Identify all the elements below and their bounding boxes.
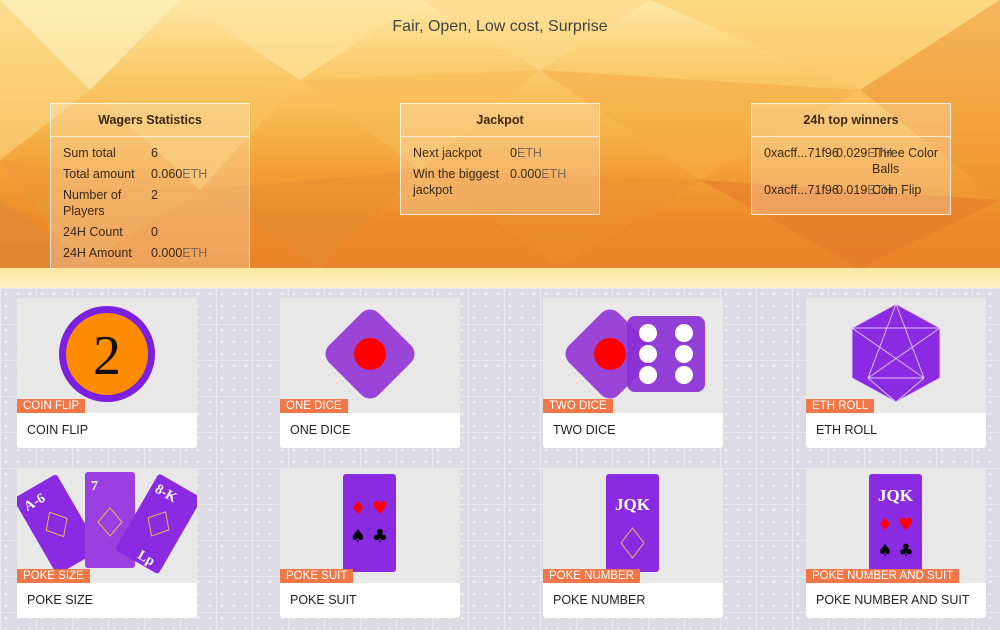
stat-label: Total amount xyxy=(63,167,135,181)
svg-text:♣: ♣ xyxy=(898,541,913,561)
game-title: COIN FLIP xyxy=(27,423,89,437)
stat-row: Total amount 0.060 ETH xyxy=(63,166,237,182)
game-title: POKE SIZE xyxy=(27,593,93,607)
panel-title: Jackpot xyxy=(401,104,599,137)
game-title: POKE SUIT xyxy=(290,593,357,607)
stat-label: 24H Amount xyxy=(63,246,132,260)
winner-address[interactable]: 0xacff...71f96 xyxy=(764,145,839,177)
game-title: POKE NUMBER AND SUIT xyxy=(816,593,970,607)
game-card-poke-suit[interactable]: ♦ ♥ ♠ ♣ POKE SUIT POKE SUIT xyxy=(280,468,460,618)
one-dice-icon xyxy=(325,309,415,399)
coin-number: 2 xyxy=(93,325,121,387)
winner-amount: 0.019 xyxy=(836,183,868,197)
game-tag: ETH ROLL xyxy=(806,399,875,413)
winner-game: Coin Flip xyxy=(872,183,922,197)
panel-title: Wagers Statistics xyxy=(51,104,249,137)
card-art: ♦ ♥ ♠ ♣ xyxy=(280,468,460,583)
card-art: A-6 7 8-K Lp xyxy=(17,468,197,583)
stat-row: Win the biggest jackpot 0.000 ETH xyxy=(413,166,587,198)
stat-label: Next jackpot xyxy=(413,146,482,160)
stat-unit: ETH xyxy=(516,146,542,160)
stat-unit: ETH xyxy=(182,167,208,181)
game-tag: ONE DICE xyxy=(280,399,348,413)
stat-unit: ETH xyxy=(182,246,208,260)
card-art: JQK ♦ ♥ ♠ ♣ xyxy=(806,468,986,583)
hero-bottom-strip xyxy=(0,268,1000,288)
hero-tagline: Fair, Open, Low cost, Surprise xyxy=(392,18,608,35)
winner-game: Three Color Balls xyxy=(872,146,938,176)
game-title: ETH ROLL xyxy=(816,423,878,437)
hero-banner: Fair, Open, Low cost, Surprise Wagers St… xyxy=(0,0,1000,288)
svg-text:♠: ♠ xyxy=(350,526,366,547)
stat-unit: ETH xyxy=(541,167,567,181)
svg-text:♥: ♥ xyxy=(898,515,913,535)
game-card-two-dice[interactable]: TWO DICE TWO DICE xyxy=(543,298,723,448)
wagers-statistics-panel: Wagers Statistics Sum total 6 Total amou… xyxy=(50,103,250,278)
stat-row: 24H Count 0 xyxy=(63,224,237,240)
game-tag: POKE NUMBER xyxy=(543,569,640,583)
card-art xyxy=(806,298,986,413)
game-card-poke-size[interactable]: A-6 7 8-K Lp POKE SIZE POKE SIZE xyxy=(17,468,197,618)
game-tag: COIN FLIP xyxy=(17,399,86,413)
stat-value: 6 xyxy=(151,146,158,160)
card-label: JQK xyxy=(615,495,651,514)
stat-row: Next jackpot 0 ETH xyxy=(413,145,587,161)
game-card-coin-flip[interactable]: 2 COIN FLIP COIN FLIP xyxy=(17,298,197,448)
stat-value: 0.000 xyxy=(510,167,542,181)
card-art xyxy=(280,298,460,413)
card-art xyxy=(543,298,723,413)
game-card-one-dice[interactable]: ONE DICE ONE DICE xyxy=(280,298,460,448)
stat-value: 0.060 xyxy=(151,167,183,181)
stat-value: 0.000 xyxy=(151,246,183,260)
game-card-poke-number[interactable]: JQK POKE NUMBER POKE NUMBER xyxy=(543,468,723,618)
game-tag: POKE NUMBER AND SUIT xyxy=(806,569,960,583)
winner-amount: 0.029 xyxy=(836,146,868,160)
stat-row: 24H Amount 0.000 ETH xyxy=(63,245,237,261)
stat-row: Sum total 6 xyxy=(63,145,237,161)
poke-size-icon: A-6 7 8-K Lp xyxy=(17,472,197,574)
stat-value: 0 xyxy=(151,225,158,239)
svg-text:♦: ♦ xyxy=(350,498,366,519)
jackpot-panel: Jackpot Next jackpot 0 ETH Win the bigge… xyxy=(400,103,600,215)
game-title: TWO DICE xyxy=(553,423,616,437)
stat-value: 2 xyxy=(151,188,158,202)
game-card-poke-number-and-suit[interactable]: JQK ♦ ♥ ♠ ♣ POKE NUMBER AND SUIT POKE NU… xyxy=(806,468,986,618)
stat-label: Number of Players xyxy=(63,188,122,218)
stat-value: 0 xyxy=(510,146,517,160)
top-winners-panel: 24h top winners 0xacff...71f96 0.029ETH … xyxy=(751,103,951,215)
poke-number-suit-icon: JQK ♦ ♥ ♠ ♣ xyxy=(869,474,922,572)
card-art: JQK xyxy=(543,468,723,583)
stat-row: Number of Players 2 xyxy=(63,187,237,219)
game-grid: 2 COIN FLIP COIN FLIP ONE DICE ONE DICE xyxy=(0,288,1000,630)
winner-row: 0xacff...71f96 0.019ETH Coin Flip xyxy=(764,182,938,198)
game-tag: POKE SUIT xyxy=(280,569,354,583)
coin-icon: 2 xyxy=(59,306,155,402)
game-card-eth-roll[interactable]: ETH ROLL ETH ROLL xyxy=(806,298,986,448)
stat-label: Sum total xyxy=(63,146,116,160)
svg-text:♠: ♠ xyxy=(877,541,892,561)
card-label: JQK xyxy=(878,486,914,505)
panel-title: 24h top winners xyxy=(752,104,950,137)
svg-text:♣: ♣ xyxy=(372,526,388,547)
two-dice-icon xyxy=(565,309,705,399)
card-art: 2 xyxy=(17,298,197,413)
eth-roll-icon xyxy=(851,303,941,403)
game-tag: TWO DICE xyxy=(543,399,613,413)
game-tag: POKE SIZE xyxy=(17,569,90,583)
stat-label: 24H Count xyxy=(63,225,123,239)
winner-address[interactable]: 0xacff...71f96 xyxy=(764,182,839,198)
svg-text:♦: ♦ xyxy=(877,515,892,535)
game-title: ONE DICE xyxy=(290,423,351,437)
poke-number-icon: JQK xyxy=(606,474,659,572)
stat-label: Win the biggest jackpot xyxy=(413,167,500,197)
poke-suit-icon: ♦ ♥ ♠ ♣ xyxy=(343,474,396,572)
card-label: 7 xyxy=(91,479,98,494)
game-title: POKE NUMBER xyxy=(553,593,646,607)
svg-text:♥: ♥ xyxy=(372,498,388,519)
winner-row: 0xacff...71f96 0.029ETH Three Color Ball… xyxy=(764,145,938,177)
